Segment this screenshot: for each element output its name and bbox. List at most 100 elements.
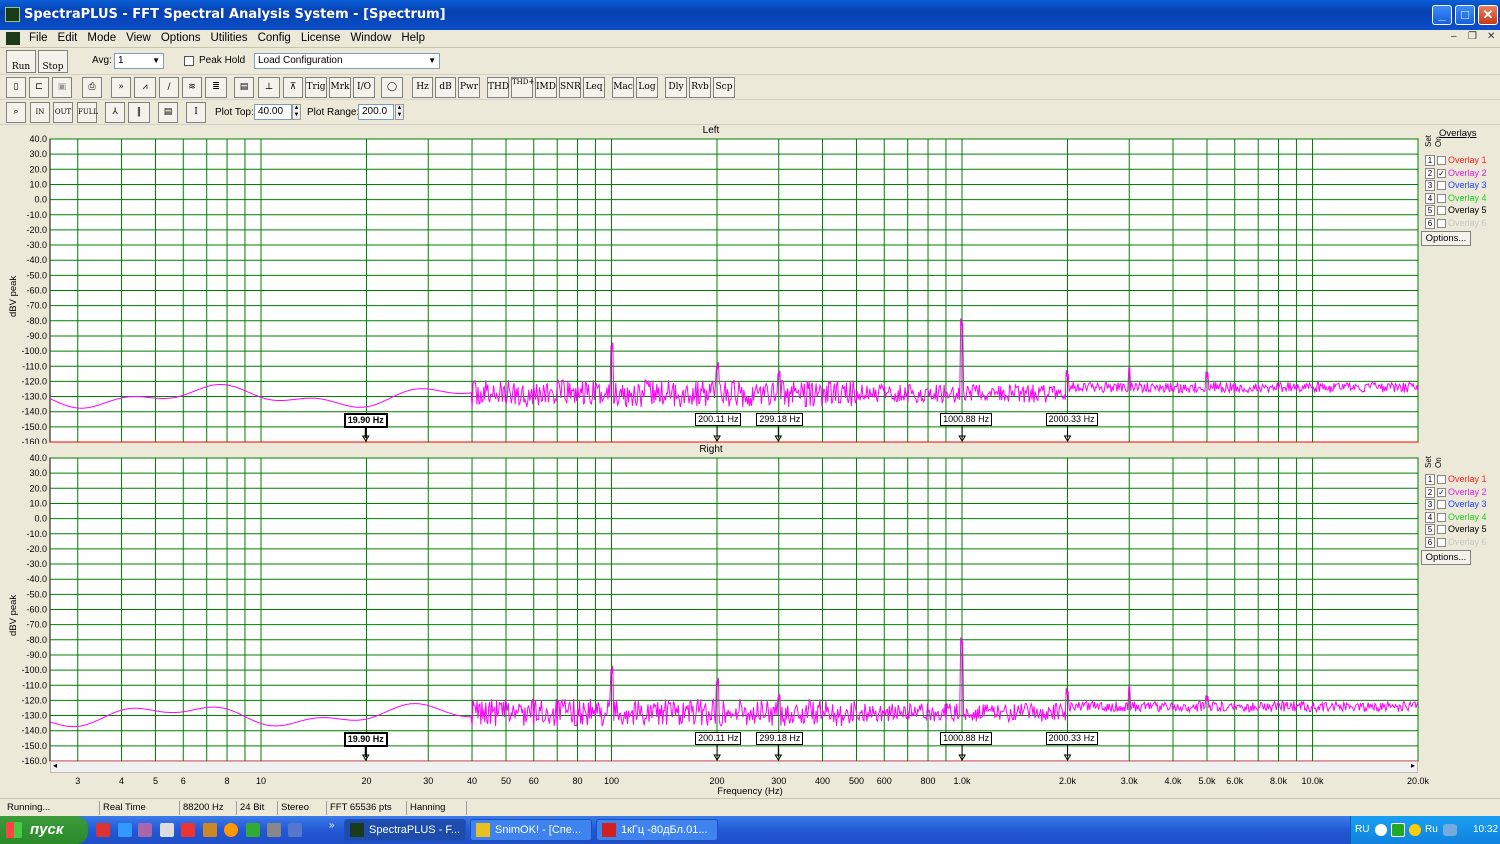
plot-range-spinner[interactable]: ▲ ▼ [395, 104, 404, 120]
snr-button[interactable]: SNR [559, 77, 581, 98]
zoom-out-x-icon[interactable]: OUT [53, 102, 73, 123]
scp-button[interactable]: Scp [713, 77, 735, 98]
app-launcher-icon[interactable] [246, 823, 260, 837]
marker-label[interactable]: 2000.33 Hz [1045, 732, 1098, 745]
marker-label[interactable]: 19.90 Hz [343, 413, 388, 428]
menu-window[interactable]: Window [345, 30, 396, 47]
title-bar[interactable]: SpectraPLUS - FFT Spectral Analysis Syst… [0, 0, 1500, 30]
marker-label[interactable]: 200.11 Hz [695, 732, 742, 745]
axis-icon[interactable]: ⊥ [258, 77, 280, 98]
marker-label[interactable]: 299.18 Hz [756, 732, 804, 745]
overlay-options-button[interactable]: Options... [1421, 231, 1471, 246]
horizontal-scrollbar[interactable]: ◂ ▸ [50, 761, 1418, 773]
app-icon[interactable] [5, 7, 20, 22]
mrk-button[interactable]: Mrk [329, 77, 351, 98]
overlay-checkbox[interactable] [1437, 512, 1446, 522]
time-series-icon[interactable]: ∕ [159, 77, 179, 98]
minimize-button[interactable]: _ [1432, 5, 1452, 25]
overlay-checkbox[interactable]: ✓ [1437, 168, 1446, 178]
calculator-icon[interactable] [160, 823, 174, 837]
tray-app-icon[interactable] [1375, 824, 1387, 836]
marker-label[interactable]: 200.11 Hz [695, 413, 742, 426]
mdi-minimize-icon[interactable]: – [1451, 31, 1457, 42]
document-icon[interactable] [6, 32, 20, 45]
marker-label[interactable]: 299.18 Hz [756, 413, 804, 426]
mdi-close-icon[interactable]: ✕ [1487, 31, 1495, 42]
menu-view[interactable]: View [121, 30, 156, 47]
start-button[interactable]: пуск [0, 816, 88, 844]
menu-license[interactable]: License [296, 30, 346, 47]
new-icon[interactable]: ▯ [6, 77, 26, 98]
thd-button[interactable]: THD [487, 77, 509, 98]
plot-top-spinner[interactable]: ▲ ▼ [292, 104, 301, 120]
marker-label[interactable]: 1000.88 Hz [940, 732, 993, 745]
signal-generator-icon[interactable]: ◯ [381, 77, 403, 98]
peak-hold-checkbox[interactable] [184, 56, 194, 66]
taskbar-task[interactable]: SnimOK! - [Спе... [470, 819, 592, 841]
overlay-set-button[interactable]: 4 [1425, 511, 1435, 523]
overlay-set-button[interactable]: 3 [1425, 180, 1435, 191]
overlay-checkbox[interactable] [1437, 525, 1446, 534]
menu-utilities[interactable]: Utilities [206, 30, 253, 47]
print-icon[interactable]: ⎙ [82, 77, 102, 98]
menu-mode[interactable]: Mode [82, 30, 121, 47]
phase-icon[interactable]: ≋ [182, 77, 202, 98]
avg-select[interactable]: 1 ▼ [114, 53, 164, 69]
dly-button[interactable]: Dly [665, 77, 687, 98]
db-button[interactable]: dB [435, 77, 456, 98]
mac-button[interactable]: Mac [612, 77, 634, 98]
spectrogram-icon[interactable]: ≣ [205, 77, 227, 98]
overlay-set-button[interactable]: 6 [1425, 217, 1435, 229]
run-button[interactable]: Run [6, 50, 36, 73]
overlay-set-button[interactable]: 1 [1425, 155, 1435, 166]
open-icon[interactable]: ⊏ [29, 77, 49, 98]
overlay-set-button[interactable]: 2 [1425, 167, 1435, 179]
menu-help[interactable]: Help [396, 30, 430, 47]
log-button[interactable]: Log [636, 77, 658, 98]
imd-button[interactable]: IMD [535, 77, 557, 98]
thd-n-button[interactable]: THD+N [511, 77, 540, 98]
trig-button[interactable]: Trig [305, 77, 327, 98]
tools-icon[interactable] [267, 823, 281, 837]
close-button[interactable]: ✕ [1478, 5, 1498, 25]
scroll-right-icon[interactable]: ▸ [1411, 761, 1415, 770]
clock[interactable]: 10:32 [1473, 824, 1498, 835]
overlay-checkbox[interactable]: ✓ [1437, 487, 1446, 497]
plot-range-input[interactable]: 200.0 [358, 104, 394, 120]
keyboard-layout-indicator[interactable]: Ru [1425, 824, 1438, 835]
overlay-set-button[interactable]: 4 [1425, 192, 1435, 204]
fast-forward-icon[interactable]: » [111, 77, 131, 98]
tray-security-icon[interactable] [1391, 823, 1405, 837]
spectrum-icon[interactable]: ⩘ [134, 77, 156, 98]
mdi-restore-icon[interactable]: ❐ [1468, 31, 1477, 42]
overlay-set-button[interactable]: 6 [1425, 536, 1435, 548]
calculator-icon[interactable]: ▤ [234, 77, 254, 98]
quicklaunch-more-icon[interactable]: » [329, 820, 335, 831]
overlay-set-button[interactable]: 5 [1425, 205, 1435, 216]
pwr-button[interactable]: Pwr [458, 77, 480, 98]
rvb-button[interactable]: Rvb [689, 77, 711, 98]
save-icon[interactable]: ▣ [52, 77, 72, 98]
overlay-checkbox[interactable] [1437, 193, 1446, 203]
network-icon[interactable] [203, 823, 217, 837]
browser-icon[interactable] [118, 823, 132, 837]
overlay-set-button[interactable]: 3 [1425, 499, 1435, 510]
overlay-checkbox[interactable] [1437, 206, 1446, 215]
menu-config[interactable]: Config [253, 30, 296, 47]
overlay-checkbox[interactable] [1437, 475, 1446, 484]
zoom-in-x-icon[interactable]: IN [30, 102, 50, 123]
hz-button[interactable]: Hz [412, 77, 433, 98]
taskbar-task[interactable]: 1кГц -80дБл.01... [596, 819, 718, 841]
generator-icon[interactable]: ⊼ [283, 77, 303, 98]
leq-button[interactable]: Leq [583, 77, 605, 98]
maximize-button[interactable]: □ [1455, 5, 1475, 25]
menu-options[interactable]: Options [156, 30, 206, 47]
quicklaunch-icon[interactable] [138, 823, 152, 837]
tray-update-icon[interactable] [1409, 824, 1421, 836]
overlay-checkbox[interactable] [1437, 156, 1446, 165]
menu-file[interactable]: File [24, 30, 53, 47]
overlay-set-button[interactable]: 2 [1425, 486, 1435, 498]
zoom-icon[interactable]: ⌕ [6, 102, 26, 123]
overlay-options-button[interactable]: Options... [1421, 550, 1471, 565]
volume-icon[interactable] [1443, 824, 1457, 836]
